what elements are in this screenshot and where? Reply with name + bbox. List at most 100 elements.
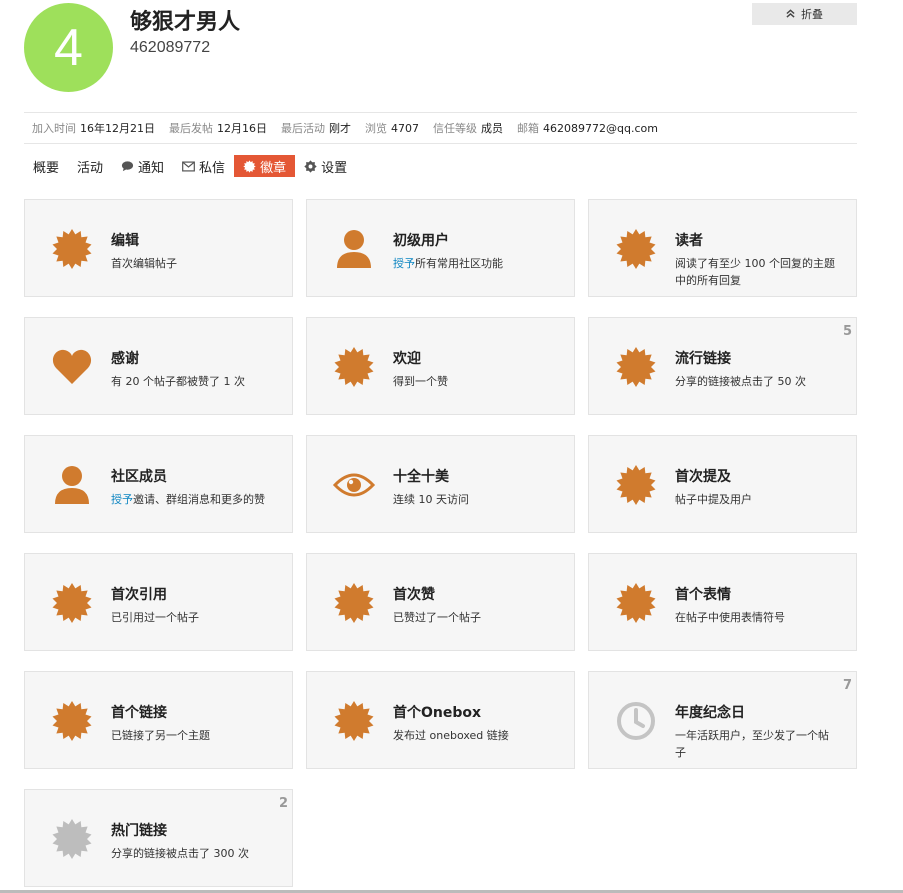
badge-icon [243, 159, 256, 173]
badge-card[interactable]: 首次提及帖子中提及用户 [588, 435, 857, 533]
double-chevron-up-icon [786, 8, 795, 21]
badge-description: 得到一个赞 [393, 374, 553, 391]
badge-card[interactable]: 首次赞已赞过了一个帖子 [306, 553, 575, 651]
badge-text: 年度纪念日一年活跃用户，至少发了一个帖子 [675, 702, 835, 761]
badge-name: 社区成员 [111, 469, 167, 485]
badge-grid: 编辑首次编辑帖子 初级用户 授予所有常用社区功能 读者阅读了有至少 100 个回复的主… [24, 199, 858, 887]
badge-description: 已引用过一个帖子 [111, 610, 271, 627]
badge-text: 首个链接 已链接了另一个主题 [111, 702, 271, 745]
badge-text: 编辑 首次编辑帖子 [111, 230, 271, 273]
badge-card[interactable]: 首次引用已引用过一个帖子 [24, 553, 293, 651]
user-id: 462089772 [130, 39, 211, 56]
badge-description: 授予邀请、群组消息和更多的赞 [111, 492, 271, 509]
badge-name: 首次引用 [111, 587, 167, 603]
user-stats: 加入时间 16年12月21日 最后发帖 12月16日 最后活动 刚才 浏览 4707 信… [32, 120, 658, 136]
certificate-icon [615, 228, 657, 270]
badge-text: 初级用户 授予所有常用社区功能 [393, 230, 553, 273]
badge-text: 首个Onebox 发布过 oneboxed 链接 [393, 702, 553, 745]
certificate-icon [333, 582, 375, 624]
badge-description: 一年活跃用户，至少发了一个帖子 [675, 728, 835, 761]
badge-card[interactable]: 流行链接 分享的链接被点击了 50 次 5 [588, 317, 857, 415]
badge-description-text: 分享的链接被点击了 300 次 [111, 847, 249, 860]
badge-card[interactable]: 首个Onebox 发布过 oneboxed 链接 [306, 671, 575, 769]
envelope-icon [182, 160, 195, 173]
badge-description: 连续 10 天访问 [393, 492, 553, 509]
badge-description-text: 分享的链接被点击了 50 次 [675, 375, 806, 388]
badge-card[interactable]: 热门链接分享的链接被点击了 300 次 2 [24, 789, 293, 887]
stat-joined: 加入时间 16年12月21日 [32, 122, 155, 135]
divider [24, 112, 857, 113]
grant-link[interactable]: 授予 [111, 493, 133, 506]
badge-description-text: 连续 10 天访问 [393, 493, 469, 506]
tab-settings[interactable]: 设置 [295, 155, 356, 177]
badge-card[interactable]: 欢迎 得到一个赞 [306, 317, 575, 415]
badge-text: 感谢有 20 个帖子都被赞了 1 次 [111, 348, 271, 391]
badge-card[interactable]: 感谢有 20 个帖子都被赞了 1 次 [24, 317, 293, 415]
badge-card[interactable]: 年度纪念日一年活跃用户，至少发了一个帖子 7 [588, 671, 857, 769]
badge-description-text: 帖子中提及用户 [675, 493, 752, 506]
tab-summary[interactable]: 概要 [24, 155, 68, 177]
clock-icon [615, 700, 657, 742]
badge-name: 首次提及 [675, 469, 731, 485]
badge-text: 欢迎 得到一个赞 [393, 348, 553, 391]
badge-text: 首次引用已引用过一个帖子 [111, 584, 271, 627]
grant-link[interactable]: 授予 [393, 257, 415, 270]
badge-description: 发布过 oneboxed 链接 [393, 728, 553, 745]
badge-text: 读者阅读了有至少 100 个回复的主题中的所有回复 [675, 230, 835, 289]
stat-email: 邮箱 462089772@qq.com [517, 122, 658, 135]
badge-card[interactable]: 社区成员授予邀请、群组消息和更多的赞 [24, 435, 293, 533]
badge-name: 热门链接 [111, 823, 167, 839]
badge-description-text: 首次编辑帖子 [111, 257, 177, 270]
badge-description: 已赞过了一个帖子 [393, 610, 553, 627]
badge-name: 首次赞 [393, 587, 435, 603]
badge-card[interactable]: 编辑 首次编辑帖子 [24, 199, 293, 297]
badge-description: 有 20 个帖子都被赞了 1 次 [111, 374, 271, 391]
tab-activity[interactable]: 活动 [68, 155, 112, 177]
badge-count: 2 [278, 796, 288, 811]
badge-card[interactable]: 首个链接 已链接了另一个主题 [24, 671, 293, 769]
badge-description: 分享的链接被点击了 300 次 [111, 846, 271, 863]
divider [24, 143, 857, 144]
badge-count: 5 [842, 324, 852, 339]
badge-name: 首个表情 [675, 587, 731, 603]
certificate-icon [51, 700, 93, 742]
comment-icon [121, 160, 134, 173]
badge-card[interactable]: 首个表情在帖子中使用表情符号 [588, 553, 857, 651]
badge-name: 欢迎 [393, 351, 421, 367]
user-icon [333, 228, 375, 270]
badge-description-text: 所有常用社区功能 [415, 257, 503, 270]
avatar[interactable]: 4 [24, 3, 113, 92]
badge-name: 十全十美 [393, 469, 449, 485]
badge-description: 授予所有常用社区功能 [393, 256, 553, 273]
badge-name: 读者 [675, 233, 703, 249]
user-nav: 概要 活动 通知 私信 徽章 设置 [24, 155, 356, 177]
stat-views: 浏览 4707 [365, 122, 419, 135]
badge-description-text: 阅读了有至少 100 个回复的主题中的所有回复 [675, 257, 835, 287]
tab-messages[interactable]: 私信 [173, 155, 234, 177]
badge-description-text: 已链接了另一个主题 [111, 729, 210, 742]
badge-card[interactable]: 读者阅读了有至少 100 个回复的主题中的所有回复 [588, 199, 857, 297]
certificate-icon [615, 346, 657, 388]
badge-description-text: 已引用过一个帖子 [111, 611, 199, 624]
gear-icon [304, 159, 317, 173]
badge-description-text: 得到一个赞 [393, 375, 448, 388]
badge-name: 编辑 [111, 233, 139, 249]
badge-description-text: 已赞过了一个帖子 [393, 611, 481, 624]
stat-last-seen: 最后活动 刚才 [281, 122, 351, 135]
badge-description-text: 一年活跃用户，至少发了一个帖子 [675, 729, 829, 759]
badge-description-text: 在帖子中使用表情符号 [675, 611, 785, 624]
badge-card[interactable]: 十全十美连续 10 天访问 [306, 435, 575, 533]
badge-description: 分享的链接被点击了 50 次 [675, 374, 835, 391]
badge-text: 首次赞已赞过了一个帖子 [393, 584, 553, 627]
badge-text: 首次提及帖子中提及用户 [675, 466, 835, 509]
collapse-button[interactable]: 折叠 [752, 3, 857, 25]
badge-name: 年度纪念日 [675, 705, 745, 721]
tab-notifications[interactable]: 通知 [112, 155, 173, 177]
badge-count: 7 [842, 678, 852, 693]
user-icon [51, 464, 93, 506]
badge-card[interactable]: 初级用户 授予所有常用社区功能 [306, 199, 575, 297]
badge-description: 在帖子中使用表情符号 [675, 610, 835, 627]
badge-description-text: 发布过 oneboxed 链接 [393, 729, 509, 742]
tab-badges[interactable]: 徽章 [234, 155, 296, 177]
heart-icon [51, 346, 93, 388]
